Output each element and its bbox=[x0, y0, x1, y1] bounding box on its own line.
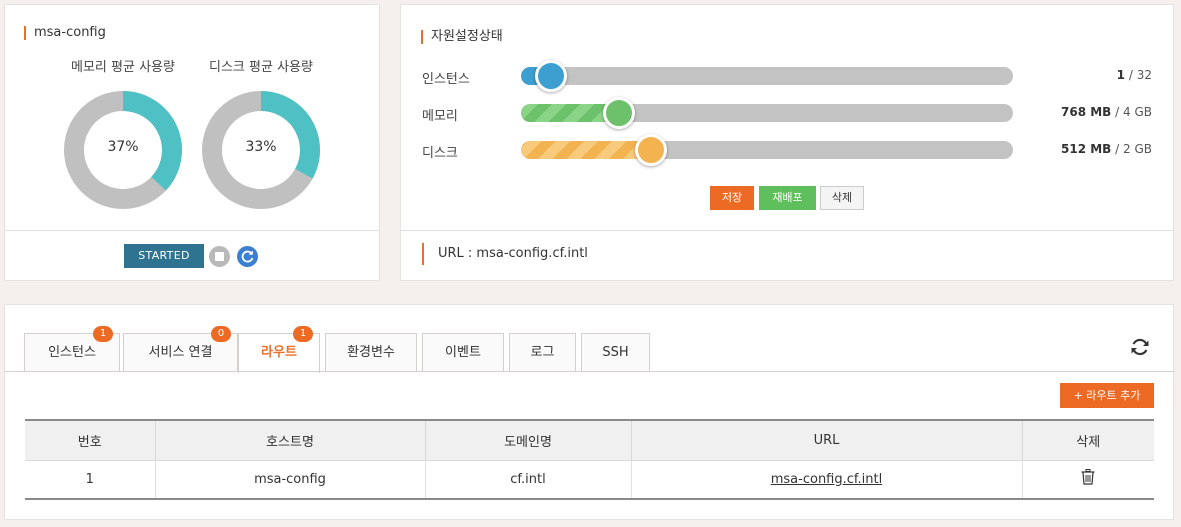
resource-settings-panel: 자원설정상태 인스턴스 1 / 32 메모리 768 MB / 4 GB 디스크… bbox=[400, 4, 1174, 281]
tab-service-binding[interactable]: 서비스 연결 0 bbox=[123, 326, 238, 371]
instances-label: 인스턴스 bbox=[422, 72, 470, 87]
tab-badge: 1 bbox=[293, 326, 313, 342]
column-header: 호스트명 bbox=[154, 420, 426, 461]
tab-events[interactable]: 이벤트 bbox=[422, 333, 504, 371]
route-number: 1 bbox=[25, 459, 156, 500]
refresh-icon[interactable] bbox=[1129, 336, 1151, 358]
memory-value: 768 MB / 4 GB bbox=[1061, 105, 1152, 119]
memory-usage-value: 37% bbox=[107, 139, 139, 155]
column-header: 삭제 bbox=[1021, 420, 1154, 461]
tab-underline bbox=[5, 371, 1175, 372]
route-domain: cf.intl bbox=[424, 459, 632, 500]
memory-usage-donut: 37% bbox=[62, 89, 184, 211]
tab-instances[interactable]: 인스턴스 1 bbox=[24, 326, 120, 371]
route-url-link[interactable]: msa-config.cf.intl bbox=[771, 472, 882, 487]
instances-value: 1 / 32 bbox=[1116, 68, 1152, 82]
stop-icon[interactable] bbox=[209, 246, 230, 267]
tab-ssh[interactable]: SSH bbox=[581, 333, 650, 371]
disk-label: 디스크 bbox=[422, 146, 458, 161]
resource-settings-title: 자원설정상태 bbox=[421, 30, 503, 44]
trash-icon[interactable] bbox=[1081, 469, 1095, 489]
tab-environment-variables[interactable]: 환경변수 bbox=[325, 333, 417, 371]
instances-slider-track[interactable] bbox=[521, 67, 1013, 85]
divider bbox=[401, 230, 1173, 231]
app-summary-panel: msa-config 메모리 평균 사용량 디스크 평균 사용량 37% 33%… bbox=[4, 4, 380, 281]
tab-routes[interactable]: 라우트 1 bbox=[238, 326, 320, 373]
table-header-row: 번호 호스트명 도메인명 URL 삭제 bbox=[25, 420, 1154, 461]
table-row: 1 msa-config cf.intl msa-config.cf.intl bbox=[25, 459, 1154, 500]
route-host: msa-config bbox=[154, 459, 426, 500]
column-header: 번호 bbox=[25, 420, 156, 461]
memory-slider-track[interactable] bbox=[521, 104, 1013, 122]
routes-table: 번호 호스트명 도메인명 URL 삭제 1 msa-config cf.intl… bbox=[25, 419, 1154, 500]
disk-usage-value: 33% bbox=[245, 139, 277, 155]
instances-slider-handle[interactable] bbox=[535, 60, 567, 92]
tab-badge: 1 bbox=[93, 326, 113, 342]
app-name: msa-config bbox=[24, 26, 106, 40]
memory-label: 메모리 bbox=[422, 109, 458, 124]
add-route-button[interactable]: + 라우트 추가 bbox=[1060, 383, 1154, 408]
tab-badge: 0 bbox=[211, 326, 231, 342]
memory-usage-label: 메모리 평균 사용량 bbox=[71, 60, 175, 75]
disk-usage-donut: 33% bbox=[200, 89, 322, 211]
delete-button[interactable]: 삭제 bbox=[820, 186, 864, 210]
disk-slider-handle[interactable] bbox=[635, 134, 668, 166]
tab-logs[interactable]: 로그 bbox=[509, 333, 576, 371]
app-url: URL : msa-config.cf.intl bbox=[422, 243, 588, 265]
save-button[interactable]: 저장 bbox=[710, 186, 754, 210]
disk-value: 512 MB / 2 GB bbox=[1061, 142, 1152, 156]
column-header: 도메인명 bbox=[424, 420, 632, 461]
disk-slider-track[interactable] bbox=[521, 141, 1013, 159]
started-status-button[interactable]: STARTED bbox=[124, 244, 204, 268]
disk-slider-fill bbox=[521, 141, 652, 159]
restart-icon[interactable] bbox=[237, 246, 258, 267]
redeploy-button[interactable]: 재배포 bbox=[759, 186, 816, 210]
divider bbox=[5, 230, 379, 231]
disk-usage-label: 디스크 평균 사용량 bbox=[209, 60, 313, 75]
memory-slider-handle[interactable] bbox=[603, 97, 636, 129]
route-delete-cell bbox=[1021, 459, 1154, 500]
route-url-cell: msa-config.cf.intl bbox=[630, 459, 1023, 500]
routes-panel: 인스턴스 1 서비스 연결 0 라우트 1 환경변수 이벤트 로그 SSH + 라우트… bbox=[4, 304, 1175, 520]
column-header: URL bbox=[630, 420, 1023, 461]
